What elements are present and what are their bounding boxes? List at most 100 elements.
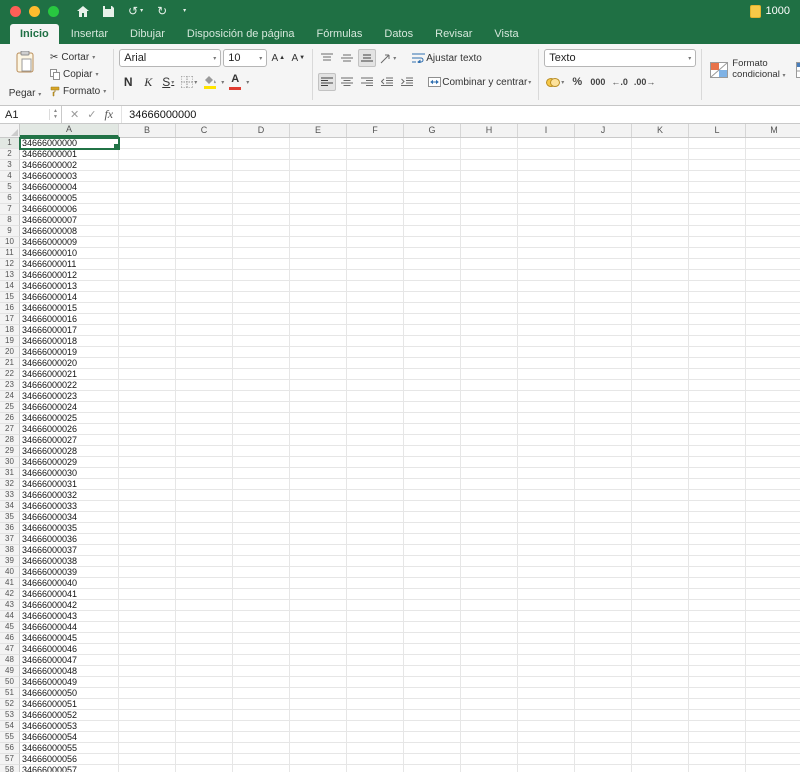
cell-E35[interactable] (290, 512, 347, 523)
cell-D21[interactable] (233, 358, 290, 369)
cell-M2[interactable] (746, 149, 800, 160)
cell-J11[interactable] (575, 248, 632, 259)
cell-H48[interactable] (461, 655, 518, 666)
column-header-J[interactable]: J (575, 124, 632, 137)
cell-L28[interactable] (689, 435, 746, 446)
cell-M1[interactable] (746, 138, 800, 149)
cell-J52[interactable] (575, 699, 632, 710)
cell-G7[interactable] (404, 204, 461, 215)
row-header-56[interactable]: 56 (0, 743, 20, 754)
cell-A20[interactable]: 34666000019 (20, 347, 119, 358)
cell-E5[interactable] (290, 182, 347, 193)
cell-A57[interactable]: 34666000056 (20, 754, 119, 765)
cell-L55[interactable] (689, 732, 746, 743)
cell-E37[interactable] (290, 534, 347, 545)
cell-E20[interactable] (290, 347, 347, 358)
cell-C40[interactable] (176, 567, 233, 578)
row-header-28[interactable]: 28 (0, 435, 20, 446)
cell-J45[interactable] (575, 622, 632, 633)
cell-C55[interactable] (176, 732, 233, 743)
cell-L22[interactable] (689, 369, 746, 380)
cell-D10[interactable] (233, 237, 290, 248)
cell-I24[interactable] (518, 391, 575, 402)
row-header-23[interactable]: 23 (0, 380, 20, 391)
row-header-37[interactable]: 37 (0, 534, 20, 545)
cell-L38[interactable] (689, 545, 746, 556)
cell-D13[interactable] (233, 270, 290, 281)
cell-K6[interactable] (632, 193, 689, 204)
cell-L4[interactable] (689, 171, 746, 182)
cell-D43[interactable] (233, 600, 290, 611)
cell-M42[interactable] (746, 589, 800, 600)
cell-B30[interactable] (119, 457, 176, 468)
cell-L37[interactable] (689, 534, 746, 545)
cell-E36[interactable] (290, 523, 347, 534)
cell-B22[interactable] (119, 369, 176, 380)
cell-D38[interactable] (233, 545, 290, 556)
cell-M46[interactable] (746, 633, 800, 644)
cell-G44[interactable] (404, 611, 461, 622)
copy-button[interactable]: Copiar ▾ (48, 66, 108, 82)
cell-L52[interactable] (689, 699, 746, 710)
cell-E10[interactable] (290, 237, 347, 248)
cell-C4[interactable] (176, 171, 233, 182)
cell-G23[interactable] (404, 380, 461, 391)
cell-K58[interactable] (632, 765, 689, 772)
cell-G12[interactable] (404, 259, 461, 270)
row-header-7[interactable]: 7 (0, 204, 20, 215)
cell-H43[interactable] (461, 600, 518, 611)
cell-J17[interactable] (575, 314, 632, 325)
cell-C35[interactable] (176, 512, 233, 523)
cell-I1[interactable] (518, 138, 575, 149)
cell-M56[interactable] (746, 743, 800, 754)
cell-E14[interactable] (290, 281, 347, 292)
cell-F44[interactable] (347, 611, 404, 622)
format-as-table-button[interactable]: Dar cor (793, 48, 800, 92)
cell-H23[interactable] (461, 380, 518, 391)
cell-J10[interactable] (575, 237, 632, 248)
cell-C36[interactable] (176, 523, 233, 534)
cell-J30[interactable] (575, 457, 632, 468)
row-header-33[interactable]: 33 (0, 490, 20, 501)
cell-B43[interactable] (119, 600, 176, 611)
cell-J43[interactable] (575, 600, 632, 611)
cell-I50[interactable] (518, 677, 575, 688)
cell-M52[interactable] (746, 699, 800, 710)
cell-J7[interactable] (575, 204, 632, 215)
cell-B54[interactable] (119, 721, 176, 732)
cell-E22[interactable] (290, 369, 347, 380)
cell-B24[interactable] (119, 391, 176, 402)
cell-L56[interactable] (689, 743, 746, 754)
cell-H12[interactable] (461, 259, 518, 270)
cell-L14[interactable] (689, 281, 746, 292)
cell-M41[interactable] (746, 578, 800, 589)
cell-B29[interactable] (119, 446, 176, 457)
cell-M36[interactable] (746, 523, 800, 534)
cell-K3[interactable] (632, 160, 689, 171)
cell-L12[interactable] (689, 259, 746, 270)
cell-F41[interactable] (347, 578, 404, 589)
cell-J15[interactable] (575, 292, 632, 303)
cell-M58[interactable] (746, 765, 800, 772)
cell-C17[interactable] (176, 314, 233, 325)
cell-M10[interactable] (746, 237, 800, 248)
save-icon[interactable] (103, 5, 114, 17)
cell-A29[interactable]: 34666000028 (20, 446, 119, 457)
cell-G11[interactable] (404, 248, 461, 259)
cell-G51[interactable] (404, 688, 461, 699)
cell-D11[interactable] (233, 248, 290, 259)
cell-I56[interactable] (518, 743, 575, 754)
cell-C42[interactable] (176, 589, 233, 600)
cell-F26[interactable] (347, 413, 404, 424)
name-box-spinner[interactable]: ▲ ▼ (49, 108, 61, 120)
cell-F21[interactable] (347, 358, 404, 369)
insert-function-icon[interactable]: fx (104, 107, 113, 122)
row-header-54[interactable]: 54 (0, 721, 20, 732)
cell-L50[interactable] (689, 677, 746, 688)
cell-A55[interactable]: 34666000054 (20, 732, 119, 743)
tab-inicio[interactable]: Inicio (10, 24, 59, 44)
font-color-button[interactable]: A (226, 73, 244, 91)
cell-E23[interactable] (290, 380, 347, 391)
cell-C7[interactable] (176, 204, 233, 215)
cell-B17[interactable] (119, 314, 176, 325)
